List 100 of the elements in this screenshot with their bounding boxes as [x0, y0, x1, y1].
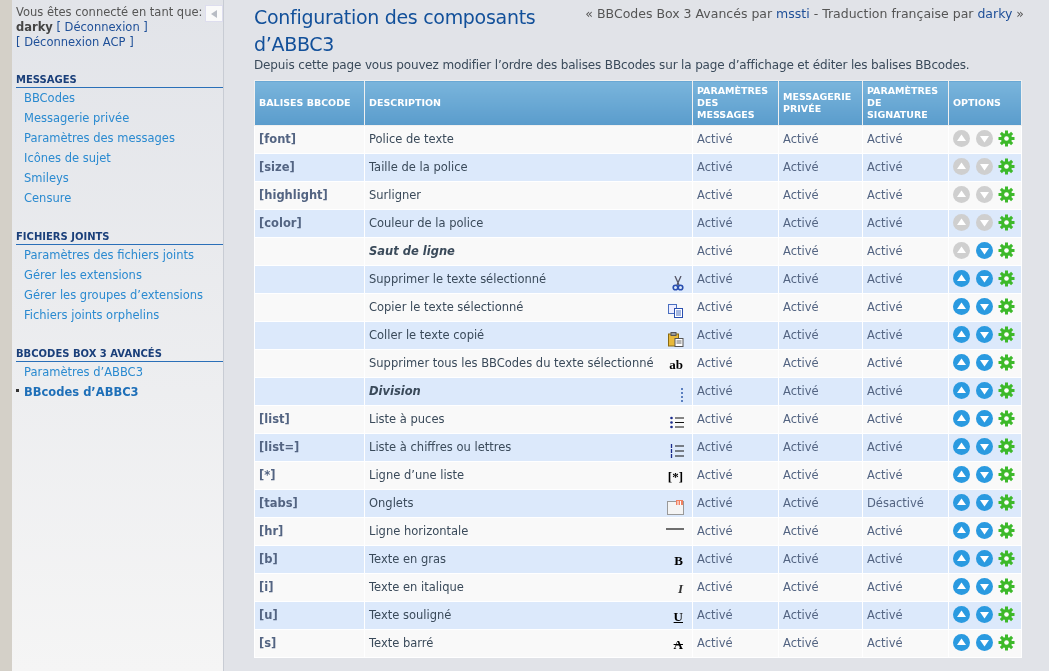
menu-item[interactable]: BBcodes d’ABBC3 [16, 382, 223, 402]
move-down-button[interactable] [975, 270, 993, 287]
move-down-button[interactable] [975, 130, 993, 147]
description-text: Supprimer tous les BBCodes du texte sélectionné [369, 356, 654, 370]
menu-item[interactable]: Paramètres des fichiers joints [16, 245, 223, 265]
move-down-button[interactable] [975, 382, 993, 399]
move-down-button[interactable] [975, 494, 993, 511]
move-down-button[interactable] [975, 634, 993, 651]
bbcode-tag: [highlight] [259, 188, 328, 202]
move-down-button[interactable] [975, 522, 993, 539]
move-down-button[interactable] [975, 410, 993, 427]
move-up-button[interactable] [953, 438, 970, 455]
move-up-button[interactable] [953, 522, 970, 539]
settings-button[interactable] [998, 186, 1016, 203]
page-description: Depuis cette page vous pouvez modifier l’ordre des balises BBcodes sur la page d’affichage et éditer les balises BBcodes. [254, 58, 971, 72]
move-down-button[interactable] [975, 242, 993, 259]
credit-text: » [1016, 6, 1024, 21]
table-cell: Activé [778, 237, 863, 266]
move-down-button[interactable] [975, 606, 993, 623]
description-text: Coller le texte copié [369, 328, 485, 342]
description-text: Liste à chiffres ou lettres [369, 440, 512, 454]
move-up-button[interactable] [953, 410, 970, 427]
move-down-button[interactable] [975, 186, 993, 203]
menu-item[interactable]: Smileys [16, 168, 223, 188]
table-cell: Activé [692, 125, 779, 154]
move-down-button[interactable] [975, 326, 993, 343]
move-down-button[interactable] [975, 578, 993, 595]
column-header: DESCRIPTION [364, 80, 693, 126]
menu-item[interactable]: Gérer les extensions [16, 265, 223, 285]
table-cell: Activé [778, 265, 863, 294]
menu-item[interactable]: Paramètres d’ABBC3 [16, 362, 223, 382]
author-link[interactable]: mssti [776, 6, 810, 21]
settings-button[interactable] [998, 382, 1016, 399]
settings-button[interactable] [998, 410, 1016, 427]
bbcode-tag: [color] [259, 216, 302, 230]
menu-item[interactable]: Gérer les groupes d’extensions [16, 285, 223, 305]
move-up-button[interactable] [953, 606, 970, 623]
move-up-button[interactable] [953, 550, 970, 567]
move-up-button[interactable] [953, 242, 970, 259]
move-up-button[interactable] [953, 354, 970, 371]
menu-item[interactable]: Fichiers joints orphelins [16, 305, 223, 325]
settings-button[interactable] [998, 522, 1016, 539]
menu-item[interactable]: Icônes de sujet [16, 148, 223, 168]
table-cell: Activé [692, 293, 779, 322]
move-down-button[interactable] [975, 214, 993, 231]
settings-button[interactable] [998, 606, 1016, 623]
description-text: Onglets [369, 496, 414, 510]
move-up-button[interactable] [953, 270, 970, 287]
table-cell: Activé [778, 321, 863, 350]
menu-section-heading: MESSAGES [16, 71, 223, 88]
move-down-button[interactable] [975, 158, 993, 175]
move-down-button[interactable] [975, 298, 993, 315]
move-up-button[interactable] [953, 634, 970, 651]
table-cell: Activé [862, 629, 949, 658]
settings-button[interactable] [998, 494, 1016, 511]
settings-button[interactable] [998, 130, 1016, 147]
menu-item[interactable]: Paramètres des messages [16, 128, 223, 148]
table-cell: Activé [778, 545, 863, 574]
collapse-sidebar-button[interactable] [205, 5, 223, 22]
description-text: Police de texte [369, 132, 454, 146]
menu-item[interactable]: Messagerie privée [16, 108, 223, 128]
settings-button[interactable] [998, 466, 1016, 483]
table-cell: Activé [692, 265, 779, 294]
scissors-icon [672, 276, 684, 291]
menu-item[interactable]: BBCodes [16, 88, 223, 108]
settings-button[interactable] [998, 214, 1016, 231]
table-cell: Activé [778, 433, 863, 462]
move-up-button[interactable] [953, 130, 970, 147]
settings-button[interactable] [998, 298, 1016, 315]
acp-logout-link[interactable]: [ Déconnexion ACP ] [16, 35, 134, 49]
move-down-button[interactable] [975, 550, 993, 567]
settings-button[interactable] [998, 242, 1016, 259]
bbcode-tag: [hr] [259, 524, 284, 538]
menu-item[interactable]: Censure [16, 188, 223, 208]
settings-button[interactable] [998, 438, 1016, 455]
move-down-button[interactable] [975, 466, 993, 483]
settings-button[interactable] [998, 326, 1016, 343]
move-down-button[interactable] [975, 354, 993, 371]
move-up-button[interactable] [953, 158, 970, 175]
move-up-button[interactable] [953, 466, 970, 483]
logout-link[interactable]: [ Déconnexion ] [56, 20, 148, 34]
move-up-button[interactable] [953, 382, 970, 399]
settings-button[interactable] [998, 634, 1016, 651]
move-up-button[interactable] [953, 578, 970, 595]
table-cell: Activé [692, 181, 779, 210]
translator-link[interactable]: darky [977, 6, 1013, 21]
move-up-button[interactable] [953, 494, 970, 511]
bbcode-tag: [s] [259, 636, 277, 650]
move-up-button[interactable] [953, 298, 970, 315]
settings-button[interactable] [998, 158, 1016, 175]
move-down-button[interactable] [975, 438, 993, 455]
settings-button[interactable] [998, 354, 1016, 371]
column-header: MESSAGERIE PRIVÉE [778, 80, 863, 126]
move-up-button[interactable] [953, 214, 970, 231]
move-up-button[interactable] [953, 326, 970, 343]
table-cell: Activé [778, 293, 863, 322]
settings-button[interactable] [998, 550, 1016, 567]
settings-button[interactable] [998, 270, 1016, 287]
move-up-button[interactable] [953, 186, 970, 203]
settings-button[interactable] [998, 578, 1016, 595]
